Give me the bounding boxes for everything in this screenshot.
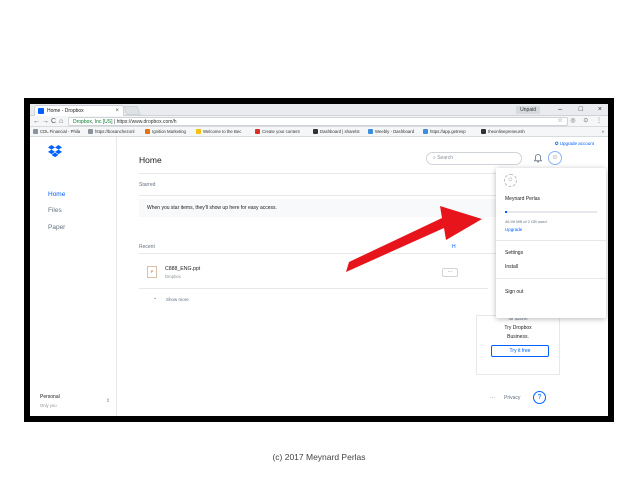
dropbox-favicon-icon (38, 108, 44, 114)
secure-label: Dropbox, Inc [US] (73, 119, 113, 125)
slide: Home - Dropbox × Unpaid – □ × ← → C ⌂ Dr… (0, 0, 638, 479)
window-profile-label[interactable]: Unpaid (516, 106, 540, 114)
account-name: Meynard Perlas (505, 196, 541, 202)
chevron-down-icon[interactable]: ⌄ (153, 295, 157, 301)
bookmark-favicon-icon (423, 129, 428, 134)
promo-line-1: Try Dropbox (504, 325, 532, 331)
privacy-link[interactable]: Privacy (504, 395, 520, 401)
upgrade-link[interactable]: Upgrade (505, 227, 522, 232)
bookmark-label: Ignition Marketing (152, 129, 186, 134)
window-close-icon[interactable]: × (598, 104, 602, 115)
dropdown-avatar[interactable]: ☺ (504, 174, 517, 187)
bookmark-label: Welcome to the Bec (203, 129, 242, 134)
screenshot-frame: Home - Dropbox × Unpaid – □ × ← → C ⌂ Dr… (24, 98, 614, 422)
bookmark-favicon-icon (481, 129, 486, 134)
file-name[interactable]: C888_ENG.ppt (165, 266, 200, 272)
bookmark-favicon-icon (196, 129, 201, 134)
storage-usage-bar (505, 211, 597, 213)
tab-title: Home - Dropbox (47, 108, 84, 114)
address-bar-row: ← → C ⌂ Dropbox, Inc [US] | https://www.… (30, 116, 608, 127)
dropbox-logo-icon[interactable] (48, 145, 62, 157)
browser-tab[interactable]: Home - Dropbox × (34, 105, 124, 116)
bookmark-item[interactable]: Ignition Marketing (145, 127, 186, 136)
help-icon[interactable]: ? (533, 391, 546, 404)
storage-usage-fill (505, 211, 507, 213)
bookmark-item[interactable]: https://app.getresp (423, 127, 466, 136)
bookmark-favicon-icon (145, 129, 150, 134)
sidebar-item-home[interactable]: Home (48, 191, 65, 198)
forward-icon[interactable]: → (42, 116, 49, 127)
new-tab-button[interactable] (123, 106, 141, 115)
bookmark-item[interactable]: theonlinepreneursh (481, 127, 525, 136)
url-text: https://www.dropbox.com/h (116, 119, 177, 125)
home-icon[interactable]: ⌂ (59, 116, 63, 127)
show-more-link[interactable]: Show more (166, 297, 189, 302)
try-it-free-button[interactable]: Try it free (491, 345, 549, 357)
account-avatar-button[interactable]: ☺ (548, 151, 562, 165)
main-content: ✪ Upgrade account Home ⌕ Search ☺ Starre… (118, 137, 608, 416)
page-title: Home (139, 155, 162, 165)
bookmark-item[interactable]: CDL Financial - Phila (33, 127, 81, 136)
bookmark-item[interactable]: Weebly - Dashboard (368, 127, 415, 136)
bookmark-label: Create your content (262, 129, 300, 134)
bookmark-favicon-icon (368, 129, 373, 134)
ppt-file-icon: P (147, 266, 157, 278)
bookmark-favicon-icon (255, 129, 260, 134)
browser-window: Home - Dropbox × Unpaid – □ × ← → C ⌂ Dr… (30, 104, 608, 416)
account-sub: Only you (40, 403, 57, 408)
extension-icons[interactable]: ☆ ◎ ⊙ ⋮ (557, 116, 605, 127)
dropbox-app: Home Files Paper Personal Only you ⇕ ✪ U… (30, 137, 608, 416)
business-promo-card: for $20/m Try Dropbox Business. Try it f… (476, 315, 560, 375)
menu-item-install[interactable]: Install (505, 264, 518, 270)
bookmark-item[interactable]: Welcome to the Bec (196, 127, 242, 136)
tab-close-icon[interactable]: × (115, 106, 119, 116)
bookmark-favicon-icon (313, 129, 318, 134)
upgrade-account-link[interactable]: ✪ Upgrade account (555, 141, 594, 147)
bookmark-favicon-icon (33, 129, 38, 134)
footer-more-icon[interactable]: ··· (490, 395, 495, 401)
starred-heading: Starred (139, 182, 156, 188)
account-switcher-icon[interactable]: ⇕ (106, 398, 110, 404)
promo-line-2: Business. (507, 334, 529, 340)
bookmark-item[interactable]: Dashboard | sharelst (313, 127, 360, 136)
title-bar: Home - Dropbox × Unpaid – □ × (30, 104, 608, 116)
search-input[interactable]: ⌕ Search (426, 152, 522, 165)
notifications-bell-icon[interactable] (534, 154, 542, 163)
menu-item-settings[interactable]: Settings (505, 250, 523, 256)
minimize-icon[interactable]: – (558, 104, 562, 115)
sidebar-item-files[interactable]: Files (48, 207, 62, 214)
bookmarks-overflow-icon[interactable]: » (602, 127, 604, 136)
search-placeholder: Search (437, 155, 454, 161)
recent-heading: Recent (139, 244, 155, 250)
bookmark-label: https://bosanchezonl (95, 129, 135, 134)
upgrade-account-label: Upgrade account (559, 141, 594, 146)
sidebar: Home Files Paper Personal Only you (30, 137, 117, 416)
bookmark-item[interactable]: https://bosanchezonl (88, 127, 135, 136)
file-location: Dropbox (165, 274, 181, 279)
starred-empty-text: When you star items, they'll show up her… (147, 205, 277, 211)
bookmark-label: CDL Financial - Phila (40, 129, 81, 134)
back-icon[interactable]: ← (33, 116, 40, 127)
sidebar-item-paper[interactable]: Paper (48, 224, 65, 231)
bookmark-label: Dashboard | sharelst (320, 129, 360, 134)
storage-usage-text: 46.99 MB of 2 GB used (505, 219, 547, 224)
file-more-button[interactable]: ··· (442, 268, 458, 277)
slide-caption: (c) 2017 Meynard Perlas (272, 452, 366, 462)
bookmark-item[interactable]: Create your content (255, 127, 300, 136)
bookmark-favicon-icon (88, 129, 93, 134)
account-dropdown-menu: ☺ Meynard Perlas 46.99 MB of 2 GB used U… (496, 168, 606, 318)
bookmark-label: https://app.getresp (430, 129, 466, 134)
bookmarks-bar: CDL Financial - Phila https://bosanchezon… (30, 127, 608, 137)
menu-divider (496, 240, 606, 241)
account-type[interactable]: Personal (40, 394, 60, 400)
bookmark-label: theonlinepreneursh (488, 129, 525, 134)
divider (139, 288, 488, 289)
bookmark-label: Weebly - Dashboard (375, 129, 415, 134)
menu-item-sign-out[interactable]: Sign out (505, 289, 523, 295)
maximize-icon[interactable]: □ (579, 104, 583, 115)
reload-icon[interactable]: C (51, 116, 56, 127)
recent-hide-link[interactable]: H (452, 244, 456, 250)
url-field[interactable]: Dropbox, Inc [US] | https://www.dropbox.… (68, 117, 568, 126)
menu-divider (496, 278, 606, 279)
